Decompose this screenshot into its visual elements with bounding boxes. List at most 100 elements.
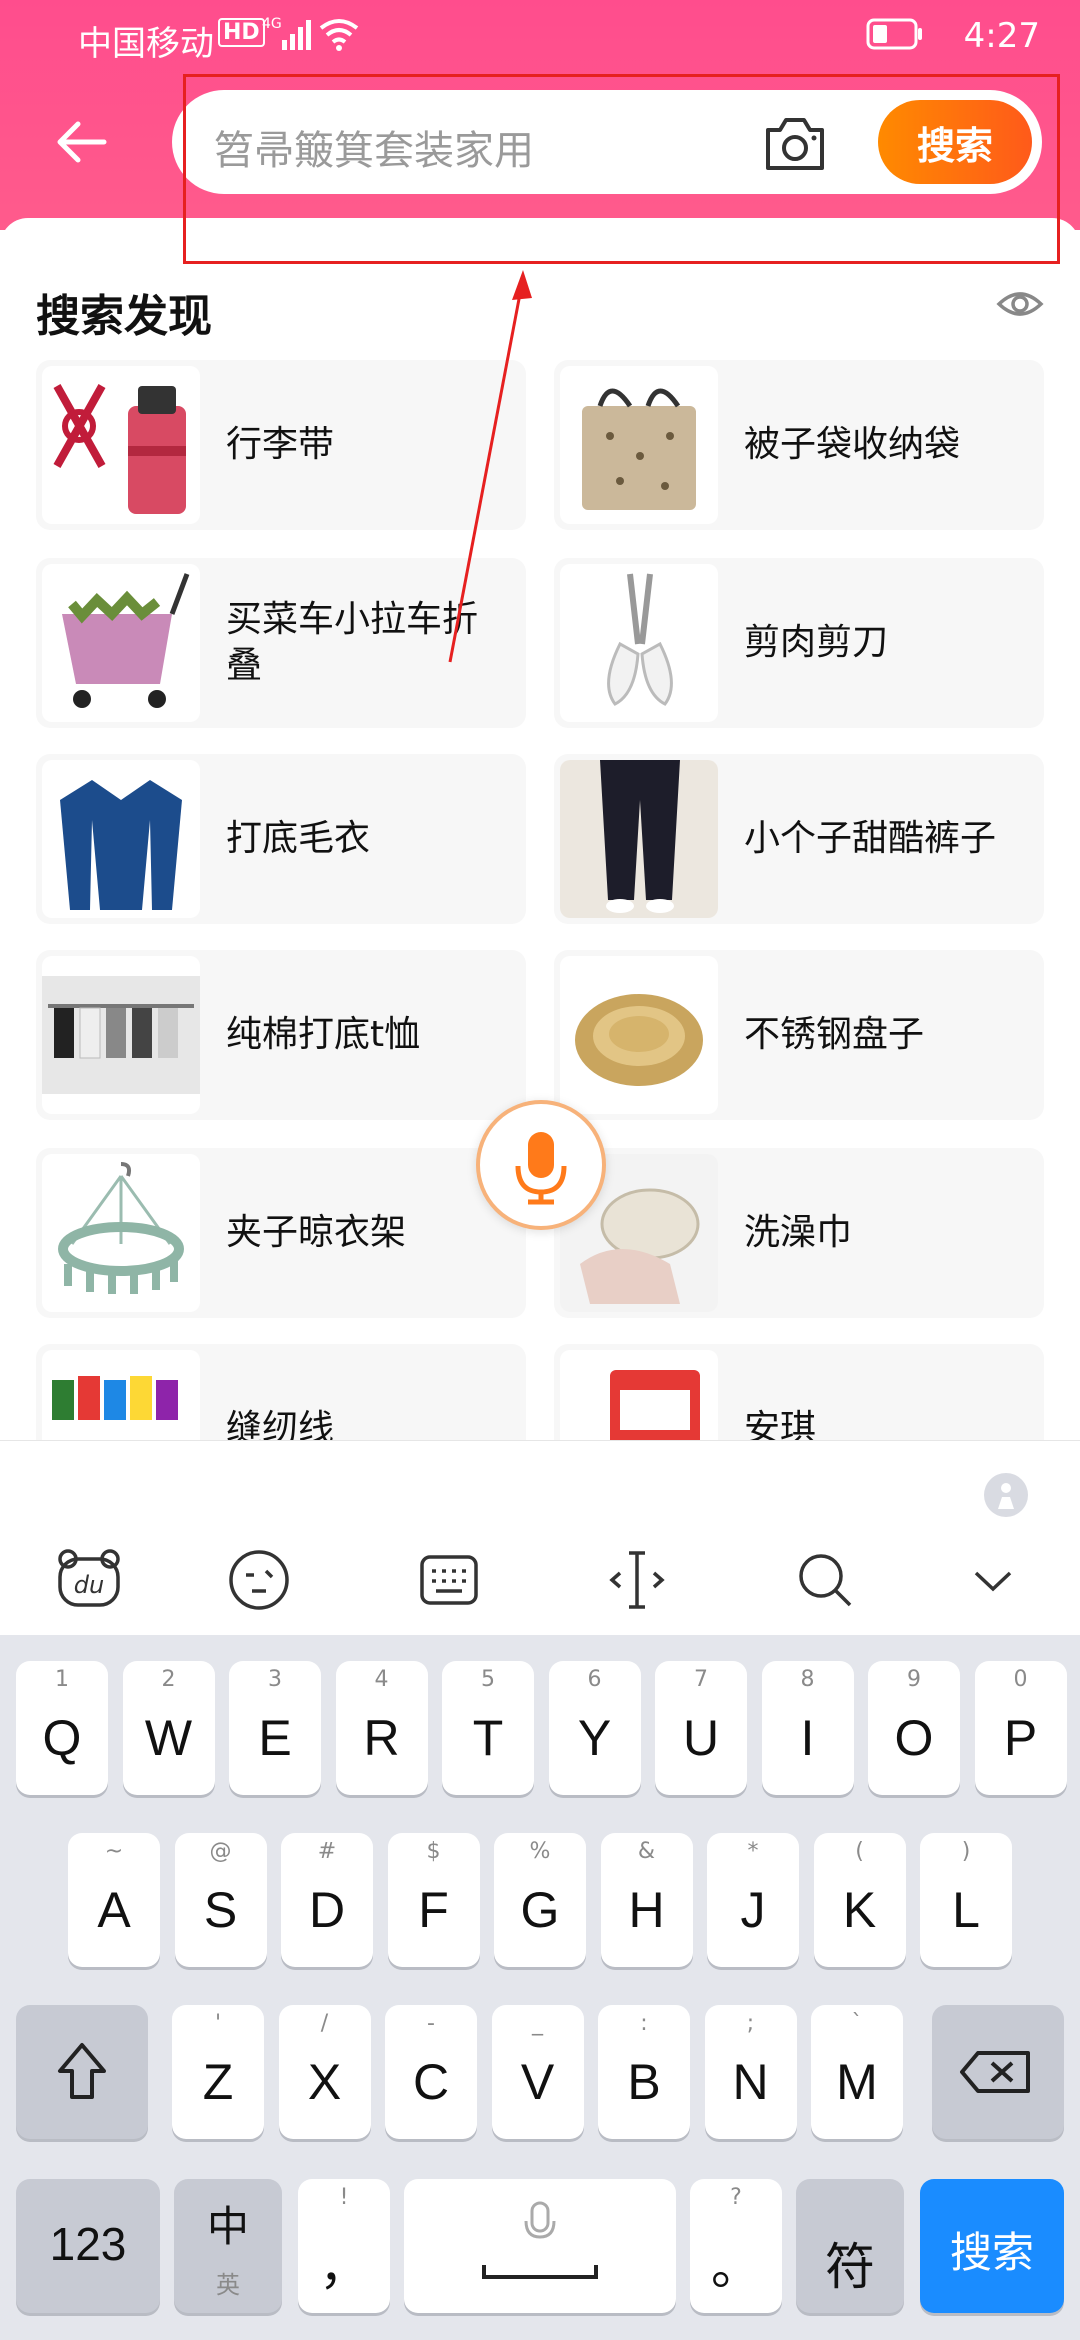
key-label: A xyxy=(97,1882,131,1938)
key-label: R xyxy=(363,1710,400,1766)
key-c[interactable]: -C xyxy=(385,2005,477,2139)
key-v[interactable]: _ V xyxy=(491,2005,584,2139)
search-key[interactable]: 搜索 xyxy=(920,2179,1064,2313)
eye-icon[interactable] xyxy=(995,284,1045,324)
emoji-icon[interactable] xyxy=(224,1545,294,1615)
key-label: F xyxy=(418,1882,449,1938)
key-label: 。 xyxy=(711,2239,761,2295)
key-secondary-label: 3 xyxy=(268,1667,282,1692)
key-u[interactable]: 7U xyxy=(655,1661,747,1795)
discovery-item[interactable]: 洗澡巾 xyxy=(554,1148,1044,1318)
key-k[interactable]: (K xyxy=(813,1833,906,1967)
annotation-highlight-box xyxy=(183,74,1060,264)
discovery-item[interactable]: 被子袋收纳袋 xyxy=(554,360,1044,530)
key-label: U xyxy=(682,1710,720,1766)
key-x[interactable]: / X xyxy=(278,2005,371,2139)
key-label: Z xyxy=(202,2054,234,2110)
key-secondary-label: - xyxy=(427,2011,435,2036)
keyboard-layout-icon[interactable] xyxy=(414,1545,484,1615)
key-secondary-label: ) xyxy=(961,1839,971,1864)
key-p[interactable]: 0P xyxy=(974,1661,1067,1795)
item-label: 打底毛衣 xyxy=(226,818,371,859)
key-secondary-label: # xyxy=(317,1839,337,1864)
key-a[interactable]: ~ A xyxy=(68,1833,160,1967)
signal-icon: 4G xyxy=(262,16,311,50)
du-emoji-icon[interactable]: du xyxy=(54,1545,124,1615)
item-label: 剪肉剪刀 xyxy=(744,622,889,663)
input-method-icon[interactable] xyxy=(982,1471,1030,1519)
comma-key[interactable]: !， xyxy=(298,2179,390,2313)
discovery-item[interactable]: 不锈钢盘子 xyxy=(554,950,1044,1120)
key-secondary-label: ` xyxy=(851,2011,863,2036)
key-label: G xyxy=(520,1882,560,1938)
key-label: K xyxy=(842,1882,877,1938)
carrier-label: 中国移动 xyxy=(78,24,214,64)
shift-key[interactable] xyxy=(16,2005,148,2139)
key-label: I xyxy=(800,1710,815,1766)
battery-icon xyxy=(866,18,922,50)
key-secondary-label: & xyxy=(637,1839,656,1864)
key-s[interactable]: @ S xyxy=(174,1833,267,1967)
key-label: V xyxy=(520,2054,555,2110)
key-w[interactable]: 2W xyxy=(122,1661,215,1795)
key-b[interactable]: :B xyxy=(598,2005,690,2139)
discovery-item[interactable]: 打底毛衣 xyxy=(36,754,526,924)
back-arrow-icon[interactable] xyxy=(52,112,112,172)
period-key[interactable]: ?。 xyxy=(690,2179,782,2313)
key-g[interactable]: % G xyxy=(494,1833,586,1967)
key-z[interactable]: ' Z xyxy=(172,2005,264,2139)
luggage-strap-image xyxy=(42,366,200,524)
key-secondary-label: ( xyxy=(855,1839,864,1864)
key-t[interactable]: 5T xyxy=(442,1661,534,1795)
key-label: T xyxy=(472,1710,504,1766)
discovery-item[interactable]: 行李带 xyxy=(36,360,526,530)
key-label: D xyxy=(308,1882,346,1938)
key-label: X xyxy=(307,2054,342,2110)
discovery-item[interactable]: 小个子甜酷裤子 xyxy=(554,754,1044,924)
key-f[interactable]: $ F xyxy=(387,1833,480,1967)
discovery-item[interactable]: 安琪 xyxy=(554,1344,1044,1450)
discovery-item[interactable]: 缝纫线 xyxy=(36,1344,526,1450)
numbers-key[interactable]: 123 xyxy=(16,2179,160,2313)
key-secondary-label: ! xyxy=(339,2185,349,2210)
item-label: 行李带 xyxy=(226,424,335,465)
key-j[interactable]: * J xyxy=(707,1833,799,1967)
key-o[interactable]: 9O xyxy=(868,1661,960,1795)
key-q[interactable]: 1Q xyxy=(16,1661,108,1795)
space-key[interactable] xyxy=(404,2179,676,2313)
voice-search-button[interactable] xyxy=(476,1100,606,1230)
discovery-item[interactable]: 买菜车小拉车折叠 xyxy=(36,558,526,728)
backspace-key[interactable] xyxy=(932,2005,1064,2139)
language-switch-key[interactable]: 中英 xyxy=(174,2179,282,2313)
wifi-icon xyxy=(319,19,359,51)
discovery-item[interactable]: 夹子晾衣架 xyxy=(36,1148,526,1318)
key-label: J xyxy=(740,1882,766,1938)
pants-image xyxy=(560,760,718,918)
key-label: O xyxy=(894,1710,934,1766)
discovery-item[interactable]: 纯棉打底t恤 xyxy=(36,950,526,1120)
key-label: L xyxy=(952,1882,980,1938)
search-icon[interactable] xyxy=(790,1545,860,1615)
cursor-move-icon[interactable] xyxy=(602,1545,672,1615)
key-i[interactable]: 8I xyxy=(761,1661,854,1795)
key-e[interactable]: 3E xyxy=(229,1661,321,1795)
chevron-down-icon[interactable] xyxy=(958,1545,1028,1615)
key-y[interactable]: 6Y xyxy=(548,1661,641,1795)
key-n[interactable]: ; N xyxy=(704,2005,797,2139)
key-label: C xyxy=(412,2054,450,2110)
key-secondary-label: 4 xyxy=(374,1667,389,1692)
svg-text:4G: 4G xyxy=(262,16,282,32)
key-d[interactable]: # D xyxy=(281,1833,373,1967)
key-label: H xyxy=(628,1882,665,1938)
keyboard: 1 Q 2 W 3 E 4 R 5 T 6 Y 7 U 8 I 9 O 0 P ~ A @ S # D $ F% G & H * J(K) L ' Z… xyxy=(0,1635,1080,2340)
key-secondary-label: $ xyxy=(426,1839,441,1864)
key-l[interactable]: ) L xyxy=(920,1833,1012,1967)
key-secondary-label: / xyxy=(320,2011,329,2036)
key-h[interactable]: & H xyxy=(600,1833,693,1967)
key-r[interactable]: 4R xyxy=(335,1661,428,1795)
key-label: 符 xyxy=(825,2239,875,2295)
discovery-item[interactable]: 剪肉剪刀 xyxy=(554,558,1044,728)
key-label: B xyxy=(627,2054,661,2110)
key-m[interactable]: ` M xyxy=(811,2005,903,2139)
symbols-key[interactable]: 符 xyxy=(796,2179,904,2313)
